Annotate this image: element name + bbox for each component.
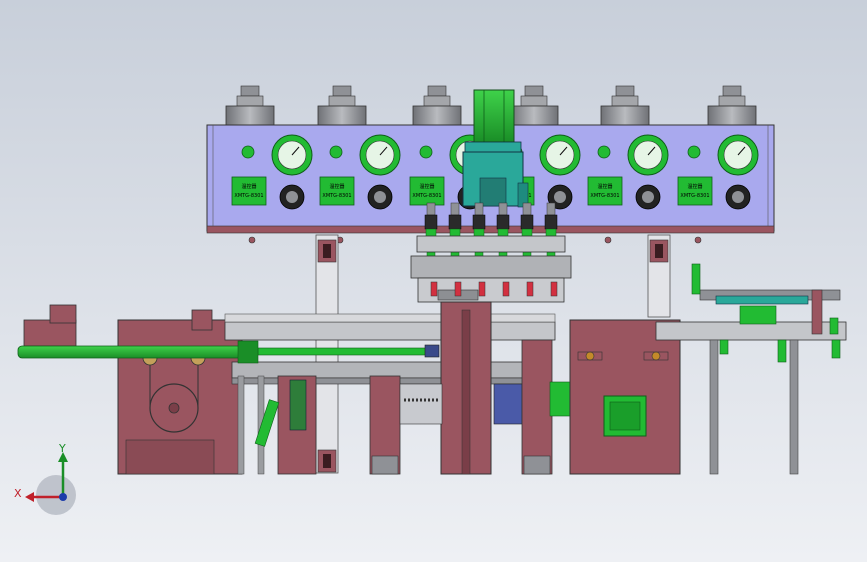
indicator-lamp-icon [597, 145, 611, 159]
nozzle-tip [430, 281, 438, 297]
support-column-right [647, 234, 671, 318]
axis-label-y: Y [58, 442, 66, 455]
controller-model: XMTG-8301 [590, 193, 619, 199]
controller-label: 温控器 [597, 183, 612, 190]
axis-label-x: X [14, 487, 22, 500]
indicator-lamp-icon [687, 145, 701, 159]
nozzle-tip [502, 281, 510, 297]
cad-machine-front-view: 温控器 XMTG-8301 温控器 XMTG-8301 温控器 XMTG-8301 温控器 X… [0, 0, 867, 562]
controller-model: XMTG-8301 [322, 193, 351, 199]
nozzle-tip [526, 281, 534, 297]
controller-model: XMTG-8301 [412, 193, 441, 199]
indicator-lamp-icon [329, 145, 343, 159]
nozzle-tip [478, 281, 486, 297]
controller-label: 温控器 [419, 183, 434, 190]
controller-label: 温控器 [329, 183, 344, 190]
controller-model: XMTG-8301 [680, 193, 709, 199]
nozzle-tip [454, 281, 462, 297]
controller-label: 温控器 [241, 183, 256, 190]
indicator-lamp-icon [241, 145, 255, 159]
controller-label: 温控器 [687, 183, 702, 190]
controller-model: XMTG-8301 [234, 193, 263, 199]
gearbox-housing-right [569, 319, 681, 475]
indicator-lamp-icon [419, 145, 433, 159]
nozzle-tip [550, 281, 558, 297]
